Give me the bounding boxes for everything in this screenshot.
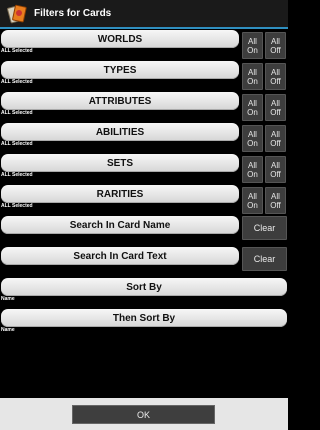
search-row-card-text: Search In Card Text Clear <box>0 247 288 278</box>
sets-status: ALL Selected <box>1 172 33 178</box>
sort-row: Sort By Name <box>0 278 288 309</box>
search-card-text-button[interactable]: Search In Card Text <box>1 247 239 265</box>
types-all-off-button[interactable]: All Off <box>265 63 286 90</box>
attributes-all-off-button[interactable]: All Off <box>265 94 286 121</box>
sort-by-value: Name <box>1 296 15 302</box>
abilities-status: ALL Selected <box>1 141 33 147</box>
filter-row-worlds: WORLDS ALL Selected All On All Off <box>0 30 288 61</box>
worlds-status: ALL Selected <box>1 48 33 54</box>
sets-all-off-button[interactable]: All Off <box>265 156 286 183</box>
attributes-filter-button[interactable]: ATTRIBUTES <box>1 92 239 110</box>
filter-row-attributes: ATTRIBUTES ALL Selected All On All Off <box>0 92 288 123</box>
sort-by-button[interactable]: Sort By <box>1 278 287 296</box>
abilities-all-on-button[interactable]: All On <box>242 125 263 152</box>
filter-row-abilities: ABILITIES ALL Selected All On All Off <box>0 123 288 154</box>
cards-app-icon <box>7 4 27 23</box>
rarities-all-off-button[interactable]: All Off <box>265 187 286 214</box>
rarities-status: ALL Selected <box>1 203 33 209</box>
abilities-filter-button[interactable]: ABILITIES <box>1 123 239 141</box>
attributes-status: ALL Selected <box>1 110 33 116</box>
search-row-card-name: Search In Card Name Clear <box>0 216 288 247</box>
filter-row-types: TYPES ALL Selected All On All Off <box>0 61 288 92</box>
clear-card-name-button[interactable]: Clear <box>242 216 287 240</box>
abilities-all-off-button[interactable]: All Off <box>265 125 286 152</box>
sets-all-on-button[interactable]: All On <box>242 156 263 183</box>
types-all-on-button[interactable]: All On <box>242 63 263 90</box>
rarities-filter-button[interactable]: RARITIES <box>1 185 239 203</box>
types-filter-button[interactable]: TYPES <box>1 61 239 79</box>
then-sort-row: Then Sort By Name <box>0 309 288 340</box>
then-sort-by-value: Name <box>1 327 15 333</box>
rarities-all-on-button[interactable]: All On <box>242 187 263 214</box>
filter-row-sets: SETS ALL Selected All On All Off <box>0 154 288 185</box>
worlds-all-on-button[interactable]: All On <box>242 32 263 59</box>
window-title: Filters for Cards <box>34 8 112 19</box>
types-status: ALL Selected <box>1 79 33 85</box>
worlds-filter-button[interactable]: WORLDS <box>1 30 239 48</box>
sets-filter-button[interactable]: SETS <box>1 154 239 172</box>
search-card-name-button[interactable]: Search In Card Name <box>1 216 239 234</box>
worlds-all-off-button[interactable]: All Off <box>265 32 286 59</box>
then-sort-by-button[interactable]: Then Sort By <box>1 309 287 327</box>
filter-row-rarities: RARITIES ALL Selected All On All Off <box>0 185 288 216</box>
bottom-bar: OK <box>0 398 288 430</box>
ok-button[interactable]: OK <box>72 405 215 424</box>
title-bar: Filters for Cards <box>0 0 288 29</box>
attributes-all-on-button[interactable]: All On <box>242 94 263 121</box>
clear-card-text-button[interactable]: Clear <box>242 247 287 271</box>
